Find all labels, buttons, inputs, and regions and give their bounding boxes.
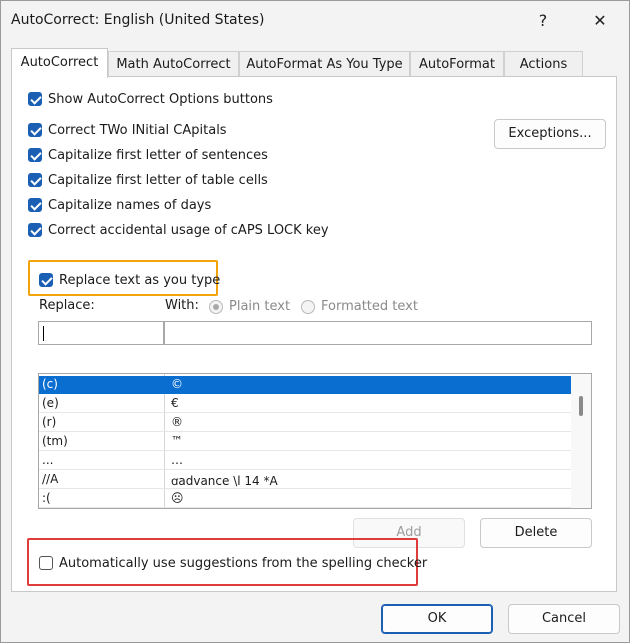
tab-autocorrect[interactable]: AutoCorrect — [11, 48, 108, 78]
caps-lock-checkbox[interactable] — [28, 223, 42, 237]
with-input[interactable] — [164, 321, 592, 345]
entry-with: ☹ — [171, 491, 184, 505]
two-initials-checkbox[interactable] — [28, 123, 42, 137]
first-letter-sentences-option[interactable]: Capitalize first letter of sentences — [28, 145, 268, 165]
spelling-suggestions-option[interactable]: Automatically use suggestions from the s… — [39, 553, 427, 573]
list-item[interactable]: (e) € — [39, 395, 571, 413]
list-item[interactable]: (tm) ™ — [39, 433, 571, 451]
list-item[interactable]: :( ☹ — [39, 490, 571, 508]
exceptions-button[interactable]: Exceptions... — [494, 119, 606, 149]
first-letter-table-label: Capitalize first letter of table cells — [48, 172, 268, 188]
window-title: AutoCorrect: English (United States) — [11, 12, 265, 28]
autocorrect-dialog: AutoCorrect: English (United States) ? ✕… — [0, 0, 630, 643]
list-item[interactable]: (c) © — [39, 376, 571, 394]
names-of-days-checkbox[interactable] — [28, 198, 42, 212]
entry-with: … — [171, 453, 183, 467]
list-item[interactable]: ... … — [39, 452, 571, 470]
two-initials-label: Correct TWo INitial CApitals — [48, 122, 227, 138]
show-buttons-checkbox[interactable] — [28, 92, 42, 106]
entry-with: ® — [171, 415, 183, 429]
replace-text-option[interactable]: Replace text as you type — [39, 270, 220, 290]
cancel-button[interactable]: Cancel — [508, 604, 620, 634]
list-item[interactable]: (r) ® — [39, 414, 571, 432]
replace-text-checkbox[interactable] — [39, 273, 53, 287]
plain-text-radio[interactable] — [209, 300, 223, 314]
list-item[interactable]: //A ꭤadvance \l 14 *A — [39, 471, 571, 489]
spelling-suggestions-label: Automatically use suggestions from the s… — [59, 555, 428, 571]
help-button[interactable]: ? — [523, 7, 563, 35]
caps-lock-option[interactable]: Correct accidental usage of cAPS LOCK ke… — [28, 220, 329, 240]
two-initials-option[interactable]: Correct TWo INitial CApitals — [28, 120, 227, 140]
tab-actions[interactable]: Actions — [504, 51, 583, 77]
entry-replace: //A — [42, 472, 59, 486]
entry-replace: (c) — [42, 377, 58, 391]
entry-with: € — [171, 396, 179, 410]
scrollbar-thumb[interactable] — [579, 396, 583, 416]
close-button[interactable]: ✕ — [580, 7, 620, 35]
autocorrect-entries-list[interactable]: (c) © (e) € (r) ® (tm) ™ ... … //A ꭤadva… — [38, 373, 592, 509]
first-letter-table-checkbox[interactable] — [28, 173, 42, 187]
title-bar: AutoCorrect: English (United States) ? ✕ — [1, 1, 629, 41]
first-letter-sentences-checkbox[interactable] — [28, 148, 42, 162]
tab-autoformat-as-you-type[interactable]: AutoFormat As You Type — [239, 51, 410, 77]
tab-autoformat[interactable]: AutoFormat — [410, 51, 504, 77]
entry-replace: :( — [42, 491, 51, 505]
entry-replace: (tm) — [42, 434, 68, 448]
show-buttons-option[interactable]: Show AutoCorrect Options buttons — [28, 89, 273, 109]
with-label: With: — [165, 298, 199, 313]
entry-replace: (e) — [42, 396, 59, 410]
delete-button[interactable]: Delete — [480, 518, 592, 548]
first-letter-table-option[interactable]: Capitalize first letter of table cells — [28, 170, 268, 190]
entry-with: ™ — [171, 434, 183, 448]
formatted-text-radio[interactable] — [301, 300, 315, 314]
entry-with: © — [171, 377, 183, 391]
replace-input[interactable] — [38, 321, 164, 345]
first-letter-sentences-label: Capitalize first letter of sentences — [48, 147, 268, 163]
text-cursor — [43, 326, 44, 341]
tab-math-autocorrect[interactable]: Math AutoCorrect — [108, 51, 239, 77]
formatted-text-label: Formatted text — [321, 299, 418, 314]
replace-label: Replace: — [39, 298, 95, 313]
plain-text-label: Plain text — [229, 299, 291, 314]
names-of-days-label: Capitalize names of days — [48, 197, 212, 213]
replace-text-label: Replace text as you type — [59, 272, 221, 288]
entry-replace: (r) — [42, 415, 57, 429]
list-scrollbar[interactable] — [571, 374, 591, 508]
entry-replace: ... — [42, 453, 54, 467]
ok-button[interactable]: OK — [381, 604, 493, 634]
show-buttons-label: Show AutoCorrect Options buttons — [48, 91, 273, 107]
names-of-days-option[interactable]: Capitalize names of days — [28, 195, 211, 215]
entry-with: ꭤadvance \l 14 *A — [171, 474, 278, 488]
spelling-suggestions-checkbox[interactable] — [39, 556, 53, 570]
caps-lock-label: Correct accidental usage of cAPS LOCK ke… — [48, 222, 329, 238]
